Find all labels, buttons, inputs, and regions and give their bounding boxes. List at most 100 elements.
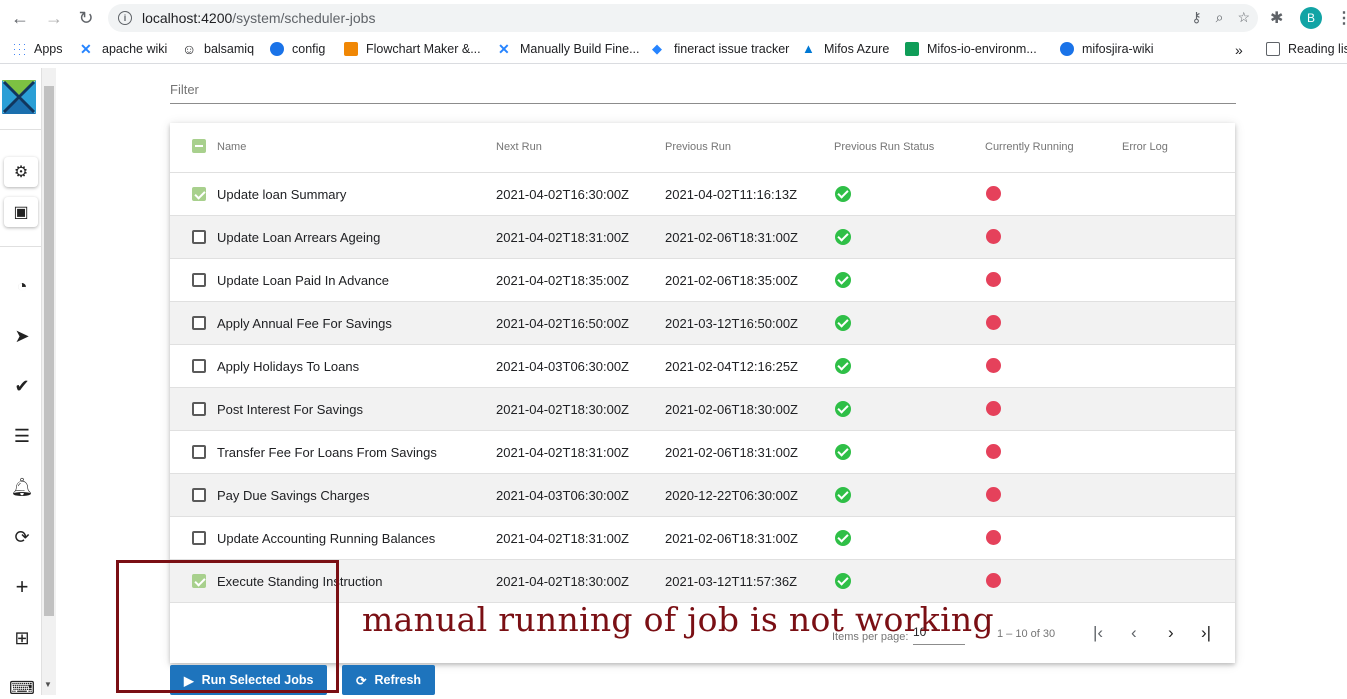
key-icon[interactable]: ⚷ bbox=[1191, 9, 1201, 26]
header-name[interactable]: Name bbox=[217, 141, 246, 153]
status-success-icon bbox=[835, 573, 851, 589]
star-icon[interactable]: ☆ bbox=[1237, 9, 1250, 26]
bookmark-config[interactable]: config bbox=[270, 42, 325, 56]
bookmark-mifos-io-environment[interactable]: Mifos-io-environm... bbox=[905, 42, 1037, 56]
row-checkbox[interactable] bbox=[192, 273, 206, 287]
more-bookmarks-button[interactable]: » bbox=[1235, 42, 1243, 58]
table-row[interactable]: Update Loan Arrears Ageing 2021-04-02T18:… bbox=[170, 216, 1235, 259]
confluence-icon: ✕ bbox=[80, 41, 92, 57]
row-checkbox[interactable] bbox=[192, 488, 206, 502]
annotation-highlight-box bbox=[116, 560, 339, 693]
row-checkbox[interactable] bbox=[192, 359, 206, 373]
reload-icon[interactable]: ↻ bbox=[72, 4, 100, 32]
globe-icon bbox=[1060, 42, 1074, 56]
table-row[interactable]: Update Loan Paid In Advance 2021-04-02T18… bbox=[170, 259, 1235, 302]
site-info-icon[interactable]: i bbox=[118, 11, 132, 25]
navigation-arrow-icon[interactable]: ➤ bbox=[12, 326, 32, 346]
table-row[interactable]: Update Accounting Running Balances 2021-0… bbox=[170, 517, 1235, 560]
header-previous-run[interactable]: Previous Run bbox=[665, 141, 731, 153]
rail-divider bbox=[0, 129, 41, 130]
table-row[interactable]: Post Interest For Savings 2021-04-02T18:3… bbox=[170, 388, 1235, 431]
smiley-icon: ☺ bbox=[182, 41, 197, 57]
not-running-indicator-icon bbox=[986, 573, 1001, 588]
next-run-value: 2021-04-02T18:31:00Z bbox=[496, 445, 629, 460]
next-run-value: 2021-04-02T18:35:00Z bbox=[496, 273, 629, 288]
reading-list-button[interactable]: Reading lis bbox=[1266, 42, 1347, 56]
header-next-run[interactable]: Next Run bbox=[496, 141, 542, 153]
filter-input[interactable]: Filter bbox=[170, 82, 1236, 104]
next-run-value: 2021-04-02T16:50:00Z bbox=[496, 316, 629, 331]
bookmark-apache-wiki[interactable]: ✕ apache wiki bbox=[80, 42, 167, 56]
sync-icon[interactable]: ⟳ bbox=[12, 527, 32, 547]
settings-gear-icon[interactable]: ⚙ bbox=[4, 157, 38, 187]
forward-arrow-icon[interactable]: → bbox=[40, 4, 68, 32]
status-success-icon bbox=[835, 229, 851, 245]
table-row[interactable]: Transfer Fee For Loans From Savings 2021-… bbox=[170, 431, 1235, 474]
first-page-icon[interactable]: |‹ bbox=[1093, 623, 1103, 643]
rail-divider bbox=[0, 246, 41, 247]
extensions-puzzle-icon[interactable]: ✱ bbox=[1270, 8, 1283, 28]
bookmark-manually-build[interactable]: ✕ Manually Build Fine... bbox=[498, 42, 640, 56]
bookmark-mifosjira-wiki[interactable]: mifosjira-wiki bbox=[1060, 42, 1154, 56]
status-success-icon bbox=[835, 358, 851, 374]
status-success-icon bbox=[835, 487, 851, 503]
plus-icon[interactable]: + bbox=[12, 574, 32, 599]
drawio-icon bbox=[344, 42, 358, 56]
previous-run-value: 2021-04-02T11:16:13Z bbox=[665, 187, 798, 202]
not-running-indicator-icon bbox=[986, 487, 1001, 502]
header-previous-run-status[interactable]: Previous Run Status bbox=[834, 141, 934, 153]
dashboard-gauge-icon[interactable]: ◔ bbox=[12, 276, 32, 296]
select-all-checkbox[interactable] bbox=[192, 139, 206, 153]
contact-card-icon[interactable]: ▣ bbox=[4, 197, 38, 227]
status-success-icon bbox=[835, 272, 851, 288]
profile-avatar[interactable]: B bbox=[1300, 7, 1322, 29]
bell-icon[interactable]: 🔔︎ bbox=[11, 477, 34, 497]
apps-grid-icon bbox=[12, 42, 26, 56]
row-checkbox[interactable] bbox=[192, 230, 206, 244]
azure-icon: ▲ bbox=[802, 41, 815, 56]
row-checkbox[interactable] bbox=[192, 531, 206, 545]
sitemap-icon[interactable]: ⊞ bbox=[12, 628, 32, 648]
reading-list-icon bbox=[1266, 42, 1280, 56]
row-checkbox[interactable] bbox=[192, 402, 206, 416]
job-name: Update Loan Paid In Advance bbox=[217, 273, 390, 288]
address-bar[interactable]: i localhost:4200/system/scheduler-jobs ⚷… bbox=[108, 4, 1258, 32]
table-row[interactable]: Apply Holidays To Loans 2021-04-03T06:30:… bbox=[170, 345, 1235, 388]
bookmark-balsamiq[interactable]: ☺ balsamiq bbox=[182, 42, 254, 56]
previous-page-icon[interactable]: ‹ bbox=[1131, 623, 1137, 643]
back-arrow-icon[interactable]: ← bbox=[6, 4, 34, 32]
zoom-icon[interactable]: ⌕ bbox=[1216, 9, 1224, 26]
bookmark-fineract-issue-tracker[interactable]: ◆ fineract issue tracker bbox=[652, 42, 789, 57]
row-checkbox[interactable] bbox=[192, 445, 206, 459]
annotation-text: manual running of job is not working bbox=[362, 600, 994, 639]
header-error-log[interactable]: Error Log bbox=[1122, 141, 1168, 153]
status-success-icon bbox=[835, 530, 851, 546]
scrollbar-thumb[interactable] bbox=[44, 86, 54, 616]
header-currently-running[interactable]: Currently Running bbox=[985, 141, 1074, 153]
next-run-value: 2021-04-02T18:31:00Z bbox=[496, 531, 629, 546]
table-row[interactable]: Pay Due Savings Charges 2021-04-03T06:30:… bbox=[170, 474, 1235, 517]
row-checkbox[interactable] bbox=[192, 187, 206, 201]
scroll-down-arrow-icon[interactable]: ▼ bbox=[44, 680, 52, 689]
keyboard-icon[interactable]: ⌨ bbox=[9, 678, 35, 698]
status-success-icon bbox=[835, 444, 851, 460]
row-checkbox[interactable] bbox=[192, 316, 206, 330]
table-row[interactable]: Apply Annual Fee For Savings 2021-04-02T1… bbox=[170, 302, 1235, 345]
next-run-value: 2021-04-03T06:30:00Z bbox=[496, 488, 629, 503]
last-page-icon[interactable]: ›| bbox=[1201, 623, 1211, 643]
job-name: Update Loan Arrears Ageing bbox=[217, 230, 381, 245]
browser-menu-icon[interactable]: ⋮ bbox=[1336, 8, 1347, 28]
table-row[interactable]: Update loan Summary 2021-04-02T16:30:00Z 2… bbox=[170, 173, 1235, 216]
previous-run-value: 2021-02-06T18:30:00Z bbox=[665, 402, 798, 417]
previous-run-value: 2021-02-06T18:31:00Z bbox=[665, 230, 798, 245]
next-page-icon[interactable]: › bbox=[1168, 623, 1174, 643]
servers-icon[interactable]: ☰ bbox=[12, 426, 32, 446]
bookmark-apps[interactable]: Apps bbox=[12, 42, 63, 56]
checkmark-icon[interactable]: ✔ bbox=[12, 376, 32, 396]
bookmark-flowchart-maker[interactable]: Flowchart Maker &... bbox=[344, 42, 481, 56]
next-run-value: 2021-04-02T16:30:00Z bbox=[496, 187, 629, 202]
mifos-logo[interactable] bbox=[2, 80, 36, 114]
next-run-value: 2021-04-03T06:30:00Z bbox=[496, 359, 629, 374]
bookmark-mifos-azure[interactable]: ▲ Mifos Azure bbox=[802, 41, 889, 57]
refresh-button[interactable]: ⟳ Refresh bbox=[342, 665, 436, 695]
